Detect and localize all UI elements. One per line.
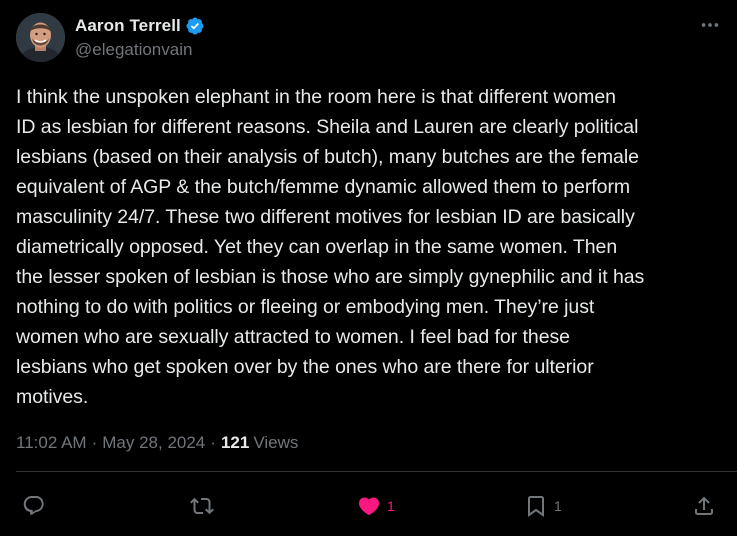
tweet-time[interactable]: 11:02 AM [16,433,87,453]
share-icon [692,494,716,518]
reply-icon [22,494,46,518]
like-count: 1 [387,498,395,514]
like-button[interactable]: 1 [357,491,395,521]
verified-badge-icon [185,16,205,36]
more-options-icon[interactable] [699,14,721,36]
bookmark-count: 1 [554,498,562,514]
tweet-date[interactable]: May 28, 2024 [102,433,205,453]
meta-separator: · [91,433,98,452]
views-count: 121 [220,433,250,452]
author-handle[interactable]: @elegationvain [75,40,205,60]
repost-icon [190,494,214,518]
display-name[interactable]: Aaron Terrell [75,16,181,36]
author-block: Aaron Terrell @elegationvain [75,15,205,60]
bookmark-button[interactable]: 1 [524,491,562,521]
reply-button[interactable] [22,491,46,521]
divider [16,471,737,472]
tweet-meta: 11:02 AM · May 28, 2024 · 121 Views [16,431,298,455]
tweet-text: I think the unspoken elephant in the roo… [16,86,645,408]
share-button[interactable] [692,491,716,521]
name-row: Aaron Terrell [75,15,205,37]
bookmark-icon [524,494,548,518]
tweet-card: Aaron Terrell @elegationvain I think the… [0,0,737,536]
repost-button[interactable] [190,491,214,521]
avatar-image [16,13,65,62]
views-label: Views [253,433,299,452]
meta-separator: · [210,433,216,452]
heart-filled-icon [357,494,381,518]
avatar[interactable] [16,13,65,62]
action-bar: 1 1 [0,491,737,521]
